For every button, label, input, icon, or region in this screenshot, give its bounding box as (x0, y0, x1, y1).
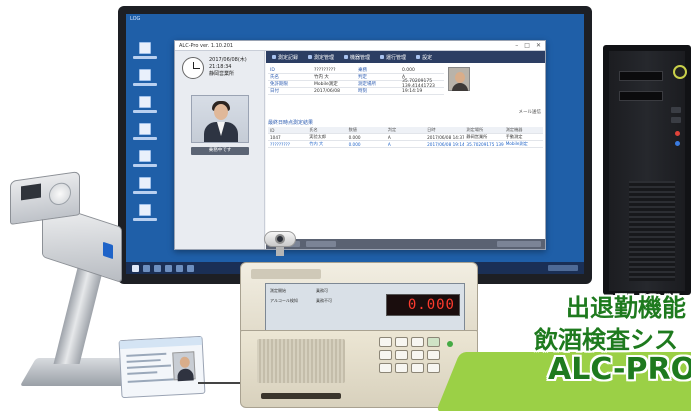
toolbar-measurement-log[interactable]: 測定記録 (272, 54, 298, 61)
truck-icon (380, 55, 385, 59)
caption-line-1: 出退勤機能 (566, 294, 686, 322)
toolbar-measurement-admin[interactable]: 測定管理 (308, 54, 334, 61)
mouthpiece (49, 181, 71, 207)
app-toolbar: 測定記録 測定管理 機器管理 運行管理 設定 (266, 51, 545, 63)
power-icon (673, 65, 687, 79)
table-header: ID 氏名 数値 判定 日時 測定場所 測定機器 (268, 127, 543, 134)
main-pane: 測定記録 測定管理 機器管理 運行管理 設定 ID????????? 乗務 0.00… (266, 51, 545, 249)
driver-photo (191, 95, 249, 143)
lcd-display: 0.000 (386, 294, 460, 316)
product-scene: LOG ALC-Pro ver. 1.10.201 – □ ✕ 2017/06/… (0, 0, 691, 411)
left-pane: 2017/06/08(木) 21:18:34 静岡営業所 乗務中です (175, 51, 265, 249)
printer-slot (251, 269, 321, 279)
file-icon (139, 123, 151, 135)
desktop-icon[interactable] (132, 96, 158, 113)
keypad-key[interactable] (379, 363, 392, 373)
keypad-key[interactable] (395, 337, 408, 347)
current-date: 2017/06/08(木) (209, 57, 247, 63)
bottom-button[interactable] (306, 241, 336, 247)
alcohol-checker-device: 測定開始 アルコール検知 乗務可 乗務不可 0.000 (240, 262, 478, 408)
maximize-icon[interactable]: □ (524, 42, 530, 49)
toolbar-operation-admin[interactable]: 運行管理 (380, 54, 406, 61)
camera-icon (275, 234, 285, 244)
instruction-panel: 測定開始 アルコール検知 乗務可 乗務不可 0.000 (265, 283, 465, 331)
card-slot (261, 393, 341, 399)
info-row: ID????????? 乗務 0.000 (268, 67, 444, 74)
info-row: 日付 2017/06/08 時刻 19:14:19 (268, 88, 444, 95)
desktop-icon[interactable] (132, 69, 158, 86)
alc-pro-window: ALC-Pro ver. 1.10.201 – □ ✕ 2017/06/08(木… (174, 40, 546, 250)
desktop-icon[interactable] (132, 123, 158, 140)
app-bottom-bar (266, 239, 545, 249)
table-row[interactable]: ?????????竹内 大0.000A2017/06/08 19:14:1935… (268, 141, 543, 148)
status-led (447, 341, 453, 347)
file-icon (139, 150, 151, 162)
pc-tower (603, 45, 691, 295)
close-icon[interactable]: ✕ (536, 42, 541, 49)
info-row: 免許期限 Mobile測定 測定場所 35.70209175 139.41441723 (268, 79, 444, 89)
datetime-block: 2017/06/08(木) 21:18:34 静岡営業所 (209, 57, 247, 78)
keypad (379, 337, 443, 387)
captured-face-thumbnail (448, 67, 470, 91)
driver-info: ID????????? 乗務 0.000 氏名 竹内 大判定 A 免許期限 Mobile測… (268, 67, 444, 95)
table-row[interactable]: 1047実验太郎0.000A2017/06/08 14:37:10静岡営業所手動… (268, 134, 543, 141)
taskbar-icon[interactable] (165, 264, 172, 272)
toolbar-settings[interactable]: 設定 (416, 54, 432, 61)
minimize-icon[interactable]: – (515, 42, 518, 49)
keypad-key[interactable] (411, 337, 424, 347)
taskbar-icon[interactable] (143, 264, 150, 272)
driver-license-card (118, 335, 206, 399)
speaker-grille (257, 339, 345, 383)
system-tray[interactable] (548, 265, 578, 271)
keypad-key[interactable] (411, 350, 424, 360)
keypad-key[interactable] (411, 363, 424, 373)
taskbar-icon[interactable] (187, 264, 194, 272)
list-icon (272, 55, 276, 59)
desktop-icon[interactable] (132, 42, 158, 59)
current-location: 静岡営業所 (209, 71, 235, 77)
status-button[interactable]: 乗務中です (191, 147, 249, 155)
keypad-key[interactable] (427, 337, 440, 347)
taskbar-icon[interactable] (176, 264, 183, 272)
bottom-button[interactable] (497, 241, 541, 247)
sensor-label (21, 183, 41, 201)
desktop-label: LOG (130, 16, 141, 22)
taskbar-icon[interactable] (154, 264, 161, 272)
keypad-key[interactable] (395, 363, 408, 373)
desktop-icon[interactable] (132, 150, 158, 167)
keypad-key[interactable] (379, 337, 392, 347)
desktop-screen: LOG ALC-Pro ver. 1.10.201 – □ ✕ 2017/06/… (126, 14, 584, 274)
current-time: 21:18:34 (209, 64, 232, 70)
records-table: ID 氏名 数値 判定 日時 測定場所 測定機器 1047 実验太郎 0.000 A 2017/06… (268, 127, 543, 148)
caption-line-2: 飲酒検査シス (534, 326, 678, 354)
caption-line-3: ALC-PRO (548, 352, 691, 387)
card-photo (172, 351, 196, 381)
file-icon (139, 69, 151, 81)
toolbar-device-admin[interactable]: 機器管理 (344, 54, 370, 61)
device-icon (344, 55, 349, 59)
keypad-key[interactable] (395, 350, 408, 360)
clock-icon (182, 57, 204, 79)
window-titlebar: ALC-Pro ver. 1.10.201 – □ ✕ (175, 41, 545, 51)
keypad-key[interactable] (379, 350, 392, 360)
keypad-key[interactable] (427, 363, 440, 373)
file-icon (139, 96, 151, 108)
window-title: ALC-Pro ver. 1.10.201 (179, 42, 234, 49)
records-title: 最終日時点測定結果 (268, 120, 314, 126)
monitor: LOG ALC-Pro ver. 1.10.201 – □ ✕ 2017/06/… (118, 6, 592, 284)
file-icon (139, 42, 151, 54)
keypad-key[interactable] (427, 350, 440, 360)
webcam (258, 231, 302, 256)
send-mail-button[interactable]: メール送信 (519, 109, 542, 115)
gear-icon (416, 55, 421, 59)
chart-icon (308, 55, 313, 59)
